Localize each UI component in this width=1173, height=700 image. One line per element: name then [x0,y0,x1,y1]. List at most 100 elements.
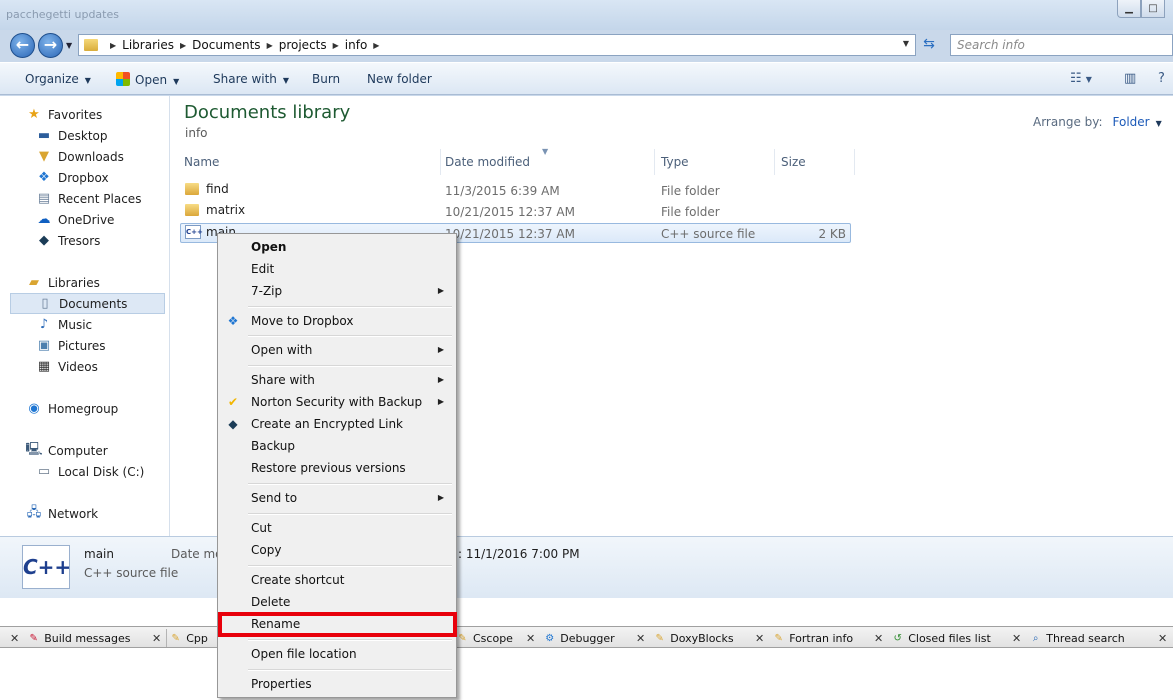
tab-fortran-info[interactable]: ✕ ✎ Fortran info [755,629,853,647]
nav-label: Network [48,506,99,521]
tab-label: Closed files list [908,631,991,645]
menu-item-move-to-dropbox[interactable]: ❖ Move to Dropbox [220,310,454,332]
column-header-type[interactable]: Type [657,149,775,175]
tab-close-more[interactable]: ✕ [1158,629,1173,647]
menu-item-copy[interactable]: Copy [220,539,454,561]
breadcrumb-projects[interactable]: projects [279,38,327,52]
chevron-down-icon: ▼ [173,77,180,86]
file-date: 11/3/2015 6:39 AM [445,184,560,198]
nav-homegroup[interactable]: ◉ Homegroup [26,398,166,419]
debugger-gear-icon: ⚙ [545,632,555,644]
chevron-right-icon[interactable]: ▶ [180,41,186,50]
menu-item-share-with[interactable]: Share with ▶ [220,369,454,391]
film-icon: ▦ [37,359,51,374]
menu-item-properties[interactable]: Properties [220,673,454,695]
breadcrumb-documents[interactable]: Documents [192,38,260,52]
nav-network[interactable]: 🖧 Network [26,503,166,524]
address-history-dropdown[interactable]: ▼ [903,39,909,48]
nav-downloads[interactable]: ▼ Downloads [36,146,166,167]
chevron-right-icon[interactable]: ▶ [110,41,116,50]
nav-label: Videos [58,359,98,374]
tab-closed-files-list[interactable]: ✕ ↺ Closed files list [874,629,991,647]
chevron-right-icon[interactable]: ▶ [333,41,339,50]
menu-item-encrypted-link[interactable]: ◆ Create an Encrypted Link [220,413,454,435]
menu-item-open-with[interactable]: Open with ▶ [220,339,454,361]
nav-music[interactable]: ♪ Music [36,314,166,335]
nav-documents[interactable]: ▯ Documents [10,293,165,314]
recent-pages-dropdown[interactable]: ▼ [66,41,72,50]
search-input[interactable]: Search info [950,34,1173,56]
chevron-down-icon: ▼ [282,76,290,85]
share-with-button[interactable]: Share with ▼ [213,72,289,86]
tab-build-messages[interactable]: ✕ ✎ Build messages [10,629,131,647]
chevron-right-icon[interactable]: ▶ [373,41,379,50]
nav-computer[interactable]: 🖳 Computer [25,440,166,461]
column-header-name[interactable]: Name [180,149,441,175]
tab-cscope[interactable]: ✎ Cscope [456,629,513,647]
burn-button[interactable]: Burn [312,72,340,86]
close-icon[interactable]: ✕ [526,632,535,645]
nav-recent-places[interactable]: ▤ Recent Places [36,188,166,209]
refresh-button[interactable]: ⇆ [918,36,940,56]
view-options-button[interactable]: ☷ ▼ [1070,71,1092,86]
close-icon[interactable]: ✕ [636,632,645,645]
organize-button[interactable]: Organize ▼ [25,72,91,86]
nav-onedrive[interactable]: ☁ OneDrive [36,209,166,230]
menu-item-7zip[interactable]: 7-Zip ▶ [220,280,454,302]
open-button[interactable]: Open ▼ [116,72,179,87]
back-button[interactable]: ← [10,33,35,58]
menu-item-delete[interactable]: Delete [220,591,454,613]
menu-item-send-to[interactable]: Send to ▶ [220,487,454,509]
nav-desktop[interactable]: ▬ Desktop [36,125,166,146]
arrange-by-dropdown[interactable]: Folder ▼ [1113,115,1162,129]
menu-item-norton[interactable]: ✔ Norton Security with Backup ▶ [220,391,454,413]
menu-label: Delete [251,595,291,609]
submenu-arrow-icon: ▶ [437,397,444,406]
tab-cppcheck[interactable]: ✕ ✎ Cpp [152,629,208,647]
nav-libraries[interactable]: ▰ Libraries [26,272,166,293]
menu-item-open[interactable]: Open [220,236,454,258]
column-header-size[interactable]: Size [777,149,855,175]
cpp-file-icon: C++ [185,225,203,239]
forward-button[interactable]: → [38,33,63,58]
close-icon[interactable]: ✕ [755,632,764,645]
search-icon: ⌕ [1032,632,1039,644]
chevron-right-icon[interactable]: ▶ [267,41,273,50]
menu-item-open-file-location[interactable]: Open file location [220,643,454,665]
menu-separator [248,565,452,567]
close-icon[interactable]: ✕ [152,632,161,645]
maximize-button[interactable]: □ [1141,0,1165,18]
menu-item-edit[interactable]: Edit [220,258,454,280]
menu-item-backup[interactable]: Backup [220,435,454,457]
help-button[interactable]: ? [1158,71,1165,86]
nav-pictures[interactable]: ▣ Pictures [36,335,166,356]
menu-label: Move to Dropbox [251,314,354,328]
tab-doxyblocks[interactable]: ✕ ✎ DoxyBlocks [636,629,734,647]
ide-log-tabs: ✕ ✎ Build messages ✕ ✎ Cpp ✎ Cscope ✕ ⚙ Debugge… [0,626,1173,648]
libraries-icon: ▰ [29,275,39,290]
minimize-button[interactable]: ▁ [1117,0,1141,18]
close-icon[interactable]: ✕ [1012,632,1021,645]
menu-item-cut[interactable]: Cut [220,517,454,539]
close-icon[interactable]: ✕ [874,632,883,645]
close-icon[interactable]: ✕ [10,632,19,645]
nav-videos[interactable]: ▦ Videos [36,356,166,377]
new-folder-button[interactable]: New folder [367,72,432,86]
address-bar[interactable]: ▶ Libraries ▶ Documents ▶ projects ▶ inf… [78,34,916,56]
nav-tresors[interactable]: ◆ Tresors [36,230,166,251]
file-row[interactable]: matrix 10/21/2015 12:37 AM File folder [180,202,851,222]
nav-dropbox[interactable]: ❖ Dropbox [36,167,166,188]
tab-thread-search[interactable]: ✕ ⌕ Thread search [1012,629,1125,647]
breadcrumb-info[interactable]: info [345,38,368,52]
nav-local-disk[interactable]: ▭ Local Disk (C:) [36,461,166,482]
nav-favorites[interactable]: ★ Favorites [26,104,166,125]
close-icon[interactable]: ✕ [1158,632,1167,645]
menu-item-restore-versions[interactable]: Restore previous versions [220,457,454,479]
breadcrumb-libraries[interactable]: Libraries [122,38,174,52]
chevron-down-icon: ▼ [1085,75,1092,84]
menu-item-create-shortcut[interactable]: Create shortcut [220,569,454,591]
file-row[interactable]: find 11/3/2015 6:39 AM File folder [180,181,851,201]
tab-debugger[interactable]: ✕ ⚙ Debugger [526,629,615,647]
tab-label: Build messages [44,631,131,645]
preview-pane-button[interactable]: ▥ [1124,71,1136,86]
